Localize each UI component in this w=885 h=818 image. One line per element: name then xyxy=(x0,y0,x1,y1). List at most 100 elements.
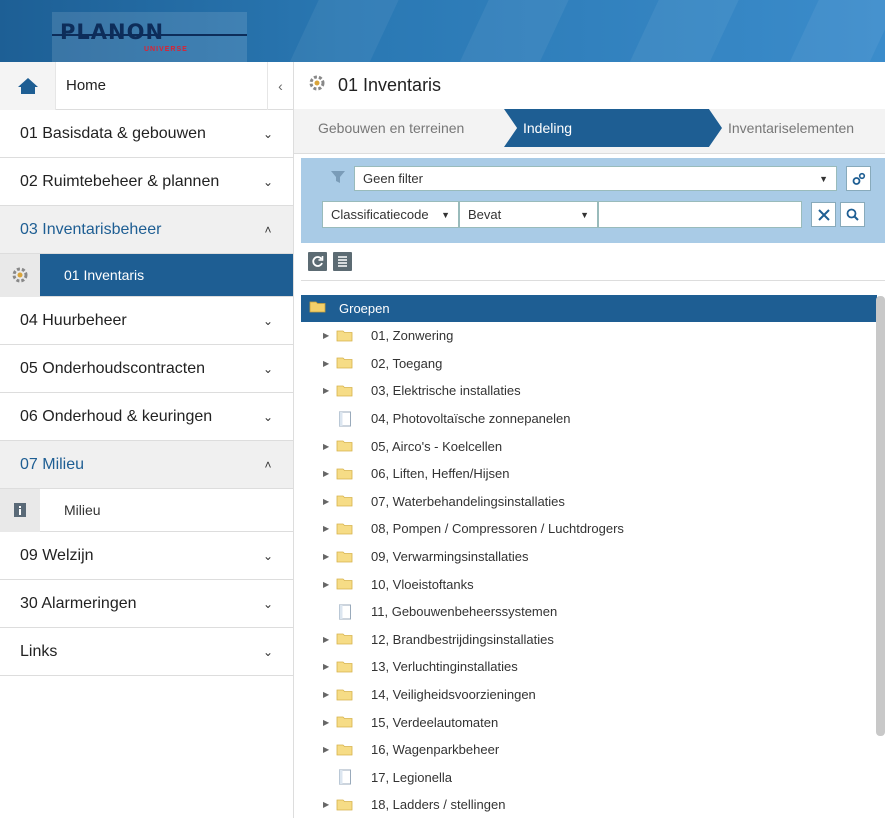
inventory-gear-icon xyxy=(0,253,40,297)
tree-node[interactable]: ▶ 08, Pompen / Compressoren / Luchtdroger… xyxy=(301,515,877,543)
folder-icon xyxy=(335,493,355,509)
search-value-input[interactable] xyxy=(598,201,802,228)
chevron-down-icon: ⌄ xyxy=(262,596,274,611)
operator-select-value: Bevat xyxy=(468,207,502,222)
step-inventariselementen[interactable]: Inventariselementen xyxy=(728,109,854,147)
folder-icon xyxy=(335,687,355,703)
sidebar-item[interactable]: 30 Alarmeringen ⌄ xyxy=(0,580,293,628)
document-icon xyxy=(335,769,355,785)
sidebar-item-label: 02 Ruimtebeheer & plannen xyxy=(20,172,220,190)
sidebar-subitem-label: Milieu xyxy=(64,502,101,518)
tree-node[interactable]: ▶ 16, Wagenparkbeheer xyxy=(301,736,877,764)
tree-node[interactable]: ▶ 18, Ladders / stellingen xyxy=(301,791,877,818)
tree-node[interactable]: ▶ 05, Airco's - Koelcellen xyxy=(301,432,877,460)
expand-arrow-icon[interactable]: ▶ xyxy=(323,386,331,395)
sidebar-item[interactable]: 07 Milieu ˄ xyxy=(0,441,293,489)
tree-scrollbar[interactable] xyxy=(876,296,885,736)
expand-arrow-icon[interactable]: ▶ xyxy=(323,469,331,478)
planon-logo[interactable]: PLANON UNIVERSE xyxy=(52,12,247,62)
chevron-down-icon: ⌄ xyxy=(262,126,274,141)
collapse-sidebar-button[interactable]: ‹ xyxy=(267,61,293,110)
tree-node[interactable]: 17, Legionella xyxy=(301,764,877,792)
expand-arrow-icon[interactable]: ▶ xyxy=(323,800,331,809)
expand-arrow-icon[interactable]: ▶ xyxy=(323,580,331,589)
expand-arrow-icon[interactable]: ▶ xyxy=(323,442,331,451)
tree-root[interactable]: Groepen xyxy=(301,295,877,322)
expand-arrow-icon[interactable]: ▶ xyxy=(323,662,331,671)
expand-arrow-icon[interactable]: ▶ xyxy=(323,635,331,644)
tree-node[interactable]: 11, Gebouwenbeheerssystemen xyxy=(301,598,877,626)
funnel-icon[interactable] xyxy=(327,166,349,188)
sidebar-item[interactable]: 03 Inventarisbeheer ˄ xyxy=(0,206,293,254)
step-gebouwen[interactable]: Gebouwen en terreinen xyxy=(318,109,464,147)
expand-arrow-icon[interactable]: ▶ xyxy=(323,497,331,506)
list-icon xyxy=(338,256,347,267)
sidebar-item[interactable]: 06 Onderhoud & keuringen ⌄ xyxy=(0,393,293,441)
tree-node[interactable]: ▶ 07, Waterbehandelingsinstallaties xyxy=(301,488,877,516)
filter-panel: Geen filter ▼ Classificatiecode ▼ Bevat … xyxy=(301,158,885,243)
gears-icon xyxy=(852,172,865,185)
sidebar-subitem[interactable]: Milieu xyxy=(0,488,293,532)
step-indeling[interactable]: Indeling xyxy=(523,109,572,147)
expand-arrow-icon[interactable]: ▶ xyxy=(323,718,331,727)
sidebar-item-home[interactable]: Home ‹ xyxy=(0,61,293,110)
tree-node-label: 08, Pompen / Compressoren / Luchtdrogers xyxy=(371,521,624,537)
operator-select[interactable]: Bevat ▼ xyxy=(459,201,598,228)
filter-select[interactable]: Geen filter ▼ xyxy=(354,166,837,191)
folder-icon xyxy=(335,576,355,592)
filter-select-value: Geen filter xyxy=(363,171,423,186)
tree-node[interactable]: ▶ 09, Verwarmingsinstallaties xyxy=(301,543,877,571)
sidebar-item[interactable]: 09 Welzijn ⌄ xyxy=(0,532,293,580)
banner-stripe xyxy=(442,0,578,62)
sidebar-item-label: 05 Onderhoudscontracten xyxy=(20,359,206,377)
sidebar-item[interactable]: 05 Onderhoudscontracten ⌄ xyxy=(0,345,293,393)
sidebar-item-label: 30 Alarmeringen xyxy=(20,594,137,612)
expand-arrow-icon[interactable]: ▶ xyxy=(323,331,331,340)
tree-node-label: 05, Airco's - Koelcellen xyxy=(371,438,503,454)
tree-node[interactable]: ▶ 15, Verdeelautomaten xyxy=(301,708,877,736)
tree-node[interactable]: ▶ 01, Zonwering xyxy=(301,322,877,350)
tree-node-label: 18, Ladders / stellingen xyxy=(371,797,506,813)
folder-icon xyxy=(335,328,355,344)
expand-arrow-icon[interactable]: ▶ xyxy=(323,690,331,699)
chevron-up-icon: ˄ xyxy=(264,222,272,237)
sidebar-item[interactable]: 04 Huurbeheer ⌄ xyxy=(0,297,293,345)
tree-node[interactable]: ▶ 13, Verluchtinginstallaties xyxy=(301,653,877,681)
filter-settings-button[interactable] xyxy=(846,166,871,191)
tree-node[interactable]: ▶ 12, Brandbestrijdingsinstallaties xyxy=(301,626,877,654)
search-button[interactable] xyxy=(840,202,865,227)
expand-arrow-icon[interactable]: ▶ xyxy=(323,524,331,533)
sidebar-subitem[interactable]: 01 Inventaris xyxy=(0,253,293,297)
refresh-button[interactable] xyxy=(308,252,327,271)
chevron-down-icon: ⌄ xyxy=(262,644,274,659)
chevron-down-icon: ▼ xyxy=(819,173,828,184)
chevron-down-icon: ▼ xyxy=(580,209,589,220)
tree-node[interactable]: ▶ 03, Elektrische installaties xyxy=(301,377,877,405)
sidebar-item[interactable]: 02 Ruimtebeheer & plannen ⌄ xyxy=(0,158,293,206)
expand-arrow-icon[interactable]: ▶ xyxy=(323,359,331,368)
folder-icon xyxy=(335,797,355,813)
list-view-button[interactable] xyxy=(333,252,352,271)
info-document-icon xyxy=(0,488,40,532)
inventory-gear-icon xyxy=(308,74,326,97)
field-select[interactable]: Classificatiecode ▼ xyxy=(322,201,459,228)
tree-node[interactable]: 04, Photovoltaïsche zonnepanelen xyxy=(301,405,877,433)
page-title: 01 Inventaris xyxy=(338,75,442,95)
tree-node[interactable]: ▶ 02, Toegang xyxy=(301,350,877,378)
tree-root-label: Groepen xyxy=(339,301,390,316)
expand-arrow-icon[interactable]: ▶ xyxy=(323,745,331,754)
home-icon xyxy=(0,61,56,110)
folder-icon xyxy=(335,466,355,482)
tree-node[interactable]: ▶ 10, Vloeistoftanks xyxy=(301,570,877,598)
tree-node-label: 02, Toegang xyxy=(371,355,443,371)
expand-arrow-icon[interactable]: ▶ xyxy=(323,552,331,561)
sidebar-item[interactable]: Links ⌄ xyxy=(0,628,293,676)
tree-node-label: 17, Legionella xyxy=(371,769,452,785)
document-icon xyxy=(335,411,355,427)
tree-node[interactable]: ▶ 14, Veiligheidsvoorzieningen xyxy=(301,681,877,709)
tree-node[interactable]: ▶ 06, Liften, Heffen/Hijsen xyxy=(301,460,877,488)
folder-icon xyxy=(335,549,355,565)
clear-filter-button[interactable] xyxy=(811,202,836,227)
tree-node-label: 04, Photovoltaïsche zonnepanelen xyxy=(371,411,571,427)
sidebar-item[interactable]: 01 Basisdata & gebouwen ⌄ xyxy=(0,110,293,158)
